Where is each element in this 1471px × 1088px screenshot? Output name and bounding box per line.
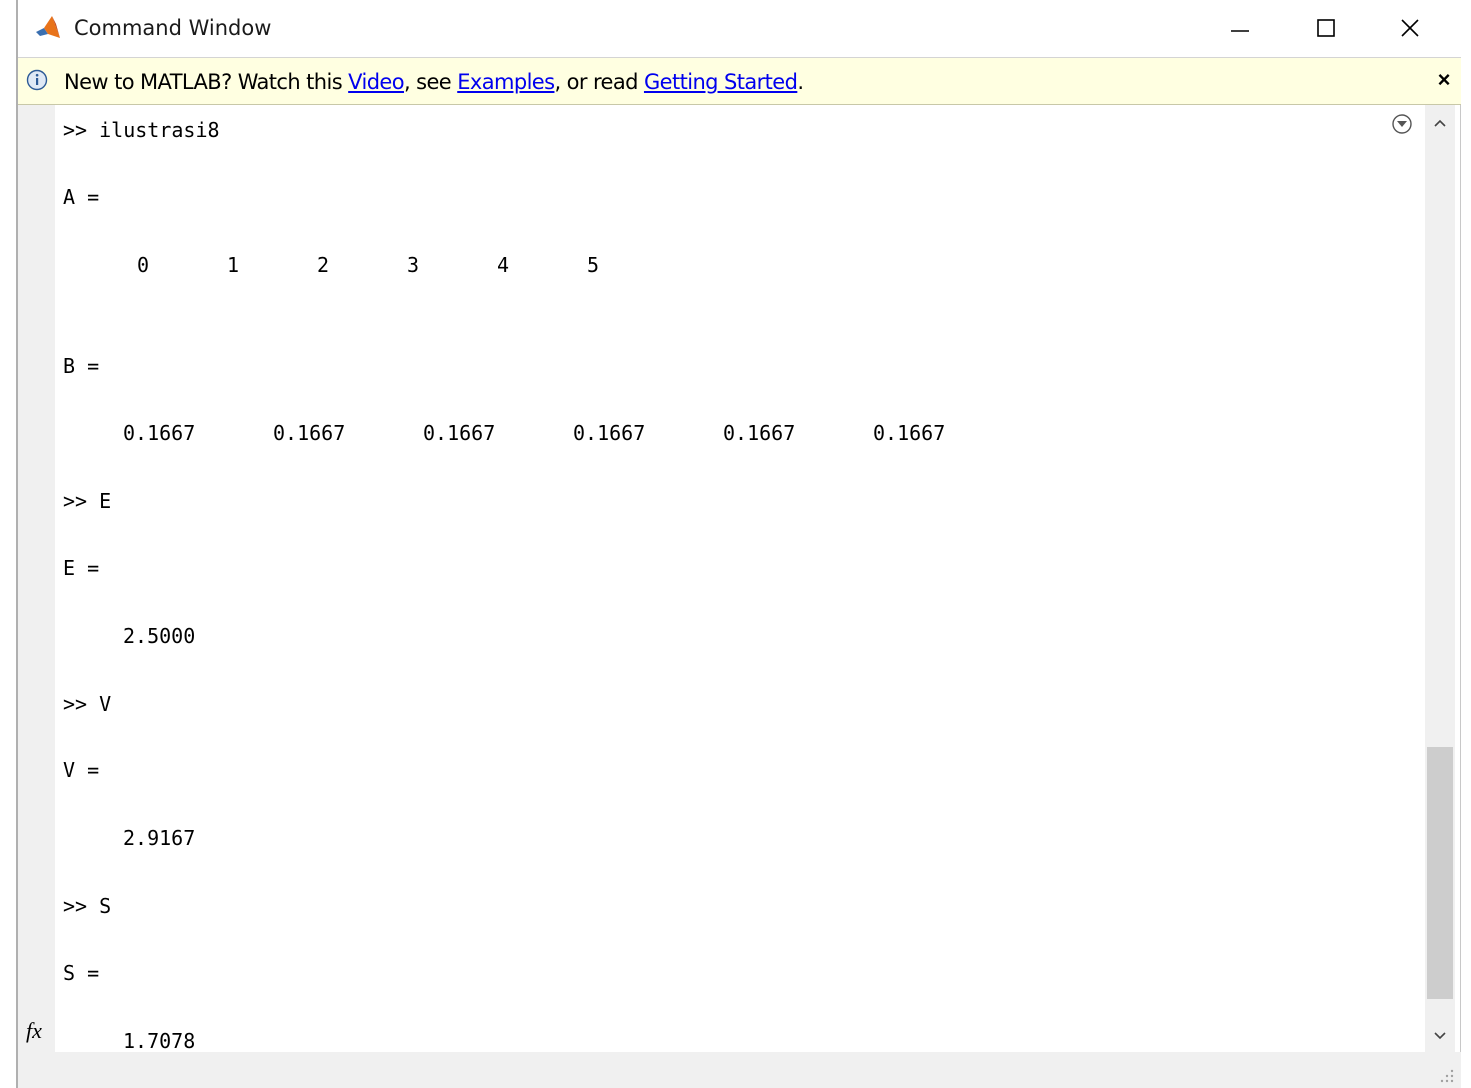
minimize-icon: [1231, 30, 1249, 32]
variable-label: E =: [63, 556, 100, 580]
close-icon: [1401, 19, 1419, 37]
chevron-up-icon: [1434, 119, 1446, 127]
window-title: Command Window: [74, 16, 272, 40]
variable-label: A =: [63, 185, 100, 209]
command-line: >> E: [63, 489, 112, 513]
matrix-value: 2: [317, 253, 330, 277]
minimize-button[interactable]: [1218, 8, 1262, 48]
command-line: >> S: [63, 894, 112, 918]
right-border: [1460, 0, 1461, 1088]
matlab-logo-icon: [36, 16, 60, 38]
title-bar[interactable]: Command Window: [18, 0, 1461, 58]
scroll-down-button[interactable]: [1425, 1024, 1455, 1048]
getting-started-link[interactable]: Getting Started: [644, 70, 798, 94]
variable-label: V =: [63, 758, 100, 782]
matrix-value: 3: [407, 253, 420, 277]
function-browser-icon[interactable]: fx: [26, 1018, 42, 1044]
status-bar: [18, 1052, 1461, 1088]
matrix-value: 0.1667: [423, 421, 496, 445]
scalar-value: 2.9167: [123, 826, 196, 850]
matrix-value: 0.1667: [873, 421, 946, 445]
scroll-thumb[interactable]: [1427, 747, 1453, 999]
examples-link[interactable]: Examples: [457, 70, 555, 94]
info-message: New to MATLAB? Watch this Video, see Exa…: [64, 70, 804, 94]
console-output[interactable]: >> ilustrasi8 A = 0 1 2 3 4 5 B = 0.1667…: [55, 105, 1425, 1052]
info-icon: [26, 69, 48, 91]
vertical-scrollbar[interactable]: [1425, 105, 1455, 1052]
scroll-up-button[interactable]: [1425, 111, 1455, 135]
info-prefix: New to MATLAB? Watch this: [64, 70, 349, 94]
matrix-value: 0.1667: [573, 421, 646, 445]
left-gutter: [18, 105, 55, 1052]
scalar-value: 1.7078: [123, 1029, 196, 1052]
variable-label: S =: [63, 961, 100, 985]
matrix-value: 0: [137, 253, 150, 277]
info-bar: New to MATLAB? Watch this Video, see Exa…: [18, 58, 1461, 105]
matrix-value: 4: [497, 253, 510, 277]
scalar-value: 2.5000: [123, 624, 196, 648]
command-window: Command Window New to MATLAB? Watch this…: [0, 0, 1471, 1088]
matrix-value: 0.1667: [123, 421, 196, 445]
matrix-value: 5: [587, 253, 600, 277]
resize-grip-icon[interactable]: [1437, 1066, 1455, 1084]
chevron-down-icon: [1434, 1032, 1446, 1040]
command-line: >> ilustrasi8: [63, 118, 220, 142]
matrix-value: 0.1667: [723, 421, 796, 445]
info-mid1: , see: [404, 70, 458, 94]
info-mid2: , or read: [554, 70, 644, 94]
matrix-value: 0.1667: [273, 421, 346, 445]
matrix-value: 1: [227, 253, 240, 277]
video-link[interactable]: Video: [348, 70, 404, 94]
close-button[interactable]: [1388, 8, 1432, 48]
command-line: >> V: [63, 692, 112, 716]
variable-label: B =: [63, 354, 100, 378]
command-window-actions-icon[interactable]: [1390, 112, 1414, 136]
maximize-icon: [1317, 19, 1335, 37]
info-suffix: .: [797, 70, 804, 94]
maximize-button[interactable]: [1304, 8, 1348, 48]
info-close-button[interactable]: ×: [1433, 68, 1455, 92]
